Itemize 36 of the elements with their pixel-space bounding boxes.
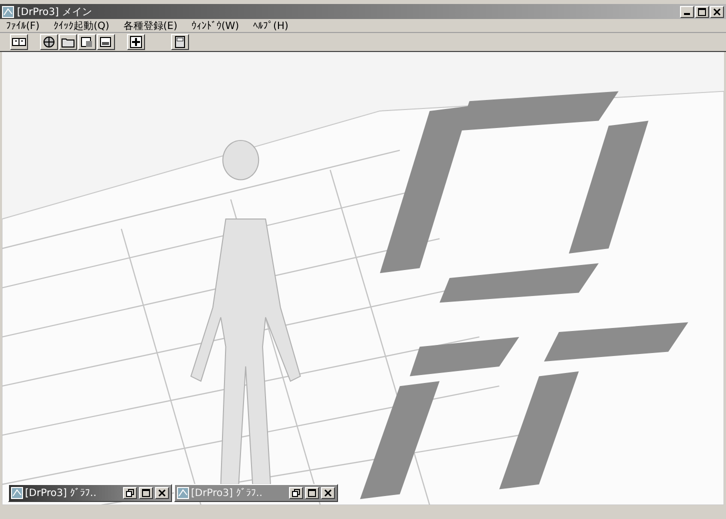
document-icon[interactable] — [97, 34, 115, 50]
restore-icon — [126, 489, 134, 497]
maximize-button[interactable] — [139, 487, 153, 499]
restore-icon — [292, 489, 300, 497]
window-title: [DrPro3] ｸﾞﾗﾌ.. — [191, 487, 264, 499]
globe-icon[interactable] — [40, 34, 58, 50]
maximize-icon — [308, 489, 316, 497]
folder-icon[interactable] — [59, 34, 77, 50]
maximize-icon — [142, 489, 150, 497]
maximize-button[interactable] — [695, 6, 709, 18]
close-button[interactable] — [321, 487, 335, 499]
app-icon — [2, 6, 14, 18]
window-title: [DrPro3] ｸﾞﾗﾌ.. — [25, 487, 98, 499]
close-icon — [324, 489, 332, 497]
minimize-button[interactable] — [680, 6, 694, 18]
window-title: [DrPro3] メイン — [17, 6, 94, 18]
plus-icon[interactable] — [127, 34, 145, 50]
restore-button[interactable] — [123, 487, 137, 499]
minimized-window[interactable]: [DrPro3] ｸﾞﾗﾌ.. — [8, 484, 172, 502]
maximize-button[interactable] — [305, 487, 319, 499]
menu-item[interactable]: 各種登録(E) — [123, 18, 178, 32]
menu-item[interactable]: ﾍﾙﾌﾟ(H) — [253, 20, 288, 32]
maximize-icon — [698, 8, 706, 16]
close-button[interactable] — [710, 6, 724, 18]
app-icon — [177, 487, 189, 499]
minimize-icon — [684, 13, 690, 15]
restore-button[interactable] — [289, 487, 303, 499]
menu-item[interactable]: ｸｲｯｸ起動(Q) — [54, 18, 110, 32]
document-icon[interactable] — [78, 34, 96, 50]
close-icon — [158, 489, 166, 497]
app-icon — [11, 487, 23, 499]
close-icon — [713, 8, 721, 16]
menu-item[interactable]: ｳｨﾝﾄﾞｳ(W) — [191, 20, 240, 32]
menu-item[interactable]: ﾌｧｲﾙ(F) — [6, 20, 40, 32]
close-button[interactable] — [155, 487, 169, 499]
calculator-icon[interactable] — [171, 34, 189, 50]
